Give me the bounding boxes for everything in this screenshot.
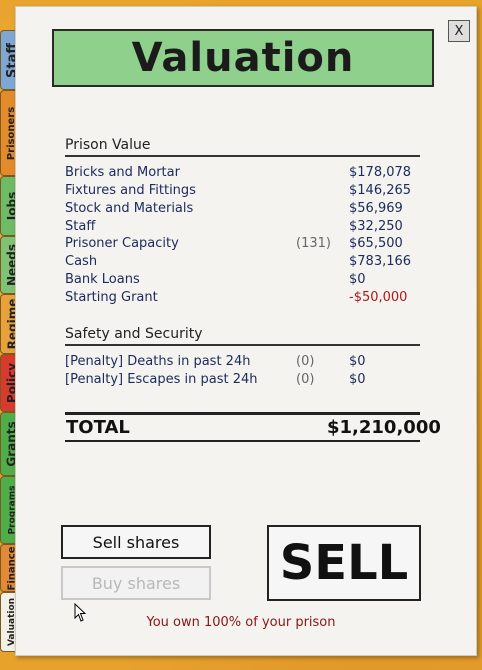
row-count: (0): [296, 354, 315, 369]
total-underline: [65, 440, 420, 442]
total-divider: [65, 412, 420, 415]
close-button[interactable]: X: [448, 20, 470, 42]
row-label: Staff: [65, 219, 96, 234]
row-label: Bank Loans: [65, 272, 140, 287]
row-value: $0: [349, 354, 366, 369]
sell-shares-button[interactable]: Sell shares: [61, 525, 211, 559]
row-label: Bricks and Mortar: [65, 165, 180, 180]
row-label: Starting Grant: [65, 290, 158, 305]
row-value: $0: [349, 272, 366, 287]
total-label: TOTAL: [66, 417, 130, 438]
row-value: $783,166: [349, 254, 412, 269]
prison-value-heading: Prison Value: [65, 137, 420, 157]
row-count: (0): [296, 372, 315, 387]
row-label: Prisoner Capacity: [65, 236, 179, 251]
row-label: [Penalty] Escapes in past 24h: [65, 372, 258, 387]
row-count: (131): [296, 236, 331, 251]
row-label: Cash: [65, 254, 98, 269]
safety-heading: Safety and Security: [65, 326, 420, 346]
row-label: [Penalty] Deaths in past 24h: [65, 354, 251, 369]
page-title: Valuation: [131, 35, 355, 81]
row-value: $56,969: [349, 201, 403, 216]
row-value: $146,265: [349, 183, 412, 198]
row-label: Fixtures and Fittings: [65, 183, 196, 198]
total-value: $1,210,000: [327, 417, 441, 438]
row-label: Stock and Materials: [65, 201, 194, 216]
row-value: $65,500: [349, 236, 403, 251]
row-value: $32,250: [349, 219, 403, 234]
ownership-text: You own 100% of your prison: [146, 615, 336, 630]
mouse-cursor-icon: [74, 603, 87, 622]
sell-button[interactable]: SELL: [267, 525, 421, 601]
row-value: $178,078: [349, 165, 412, 180]
row-value: $0: [349, 372, 366, 387]
buy-shares-button[interactable]: Buy shares: [61, 566, 211, 600]
row-value: -$50,000: [349, 290, 408, 305]
title-banner: Valuation: [52, 29, 434, 87]
